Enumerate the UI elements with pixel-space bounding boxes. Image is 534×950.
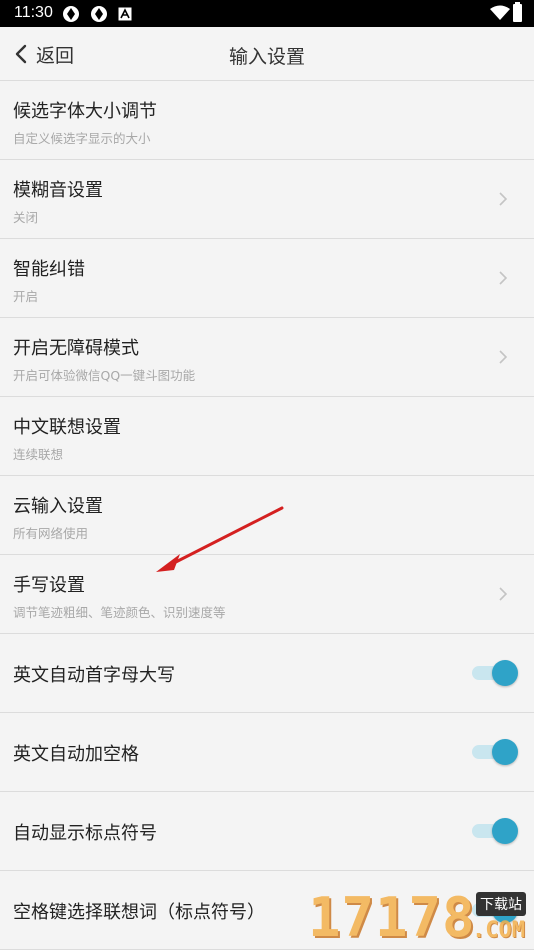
status-time: 11:30 xyxy=(14,4,53,21)
watermark-domain: .COM xyxy=(472,918,525,943)
setting-fuzzy-pinyin[interactable]: 模糊音设置 关闭 xyxy=(0,160,534,239)
row-title: 候选字体大小调节 xyxy=(13,101,157,122)
setting-auto-space: 英文自动加空格 xyxy=(0,713,534,792)
page-title: 输入设置 xyxy=(228,46,305,68)
auto-capitalize-toggle[interactable] xyxy=(472,660,518,686)
top-app-bar: 返回 输入设置 xyxy=(0,27,534,81)
battery-icon xyxy=(513,2,522,22)
row-title: 开启无障碍模式 xyxy=(13,338,139,359)
setting-chinese-prediction[interactable]: 中文联想设置 连续联想 xyxy=(0,397,534,476)
setting-smart-correction[interactable]: 智能纠错 开启 xyxy=(0,239,534,318)
annotation-arrow-icon xyxy=(156,506,284,572)
chevron-right-icon xyxy=(499,271,508,285)
chevron-right-icon xyxy=(499,350,508,364)
sync-icon xyxy=(91,6,107,22)
toggle-thumb xyxy=(492,739,518,765)
auto-punctuation-toggle[interactable] xyxy=(472,818,518,844)
row-title: 自动显示标点符号 xyxy=(13,823,157,844)
auto-space-toggle[interactable] xyxy=(472,739,518,765)
wifi-icon xyxy=(490,5,510,20)
row-title: 手写设置 xyxy=(13,575,85,596)
setting-auto-capitalize: 英文自动首字母大写 xyxy=(0,634,534,713)
setting-auto-punctuation: 自动显示标点符号 xyxy=(0,792,534,871)
row-subtitle: 开启 xyxy=(13,289,39,304)
row-subtitle: 所有网络使用 xyxy=(13,526,89,541)
sync-icon xyxy=(63,6,79,22)
setting-accessibility-mode[interactable]: 开启无障碍模式 开启可体验微信QQ一键斗图功能 xyxy=(0,318,534,397)
toggle-thumb xyxy=(492,818,518,844)
chevron-right-icon xyxy=(499,192,508,206)
chevron-right-icon xyxy=(499,587,508,601)
toggle-thumb xyxy=(492,660,518,686)
row-subtitle: 调节笔迹粗细、笔迹颜色、识别速度等 xyxy=(13,605,226,620)
status-bar: 11:30 xyxy=(0,0,534,27)
setting-candidate-font-size[interactable]: 候选字体大小调节 自定义候选字显示的大小 xyxy=(0,81,534,160)
row-title: 智能纠错 xyxy=(13,259,85,280)
row-subtitle: 连续联想 xyxy=(13,447,64,462)
row-title: 英文自动加空格 xyxy=(13,744,139,765)
row-title: 英文自动首字母大写 xyxy=(13,665,175,686)
row-subtitle: 自定义候选字显示的大小 xyxy=(13,131,151,146)
row-title: 模糊音设置 xyxy=(13,180,103,201)
watermark-logo: 17178 下载站 .COM xyxy=(308,884,534,950)
watermark-badge: 下载站 xyxy=(476,892,526,916)
watermark-number: 17178 xyxy=(308,886,476,949)
a-notification-icon xyxy=(118,7,132,21)
row-subtitle: 关闭 xyxy=(13,210,39,225)
row-title: 空格键选择联想词（标点符号） xyxy=(13,902,265,923)
row-title: 云输入设置 xyxy=(13,496,103,517)
row-subtitle: 开启可体验微信QQ一键斗图功能 xyxy=(13,368,196,383)
row-title: 中文联想设置 xyxy=(13,417,121,438)
